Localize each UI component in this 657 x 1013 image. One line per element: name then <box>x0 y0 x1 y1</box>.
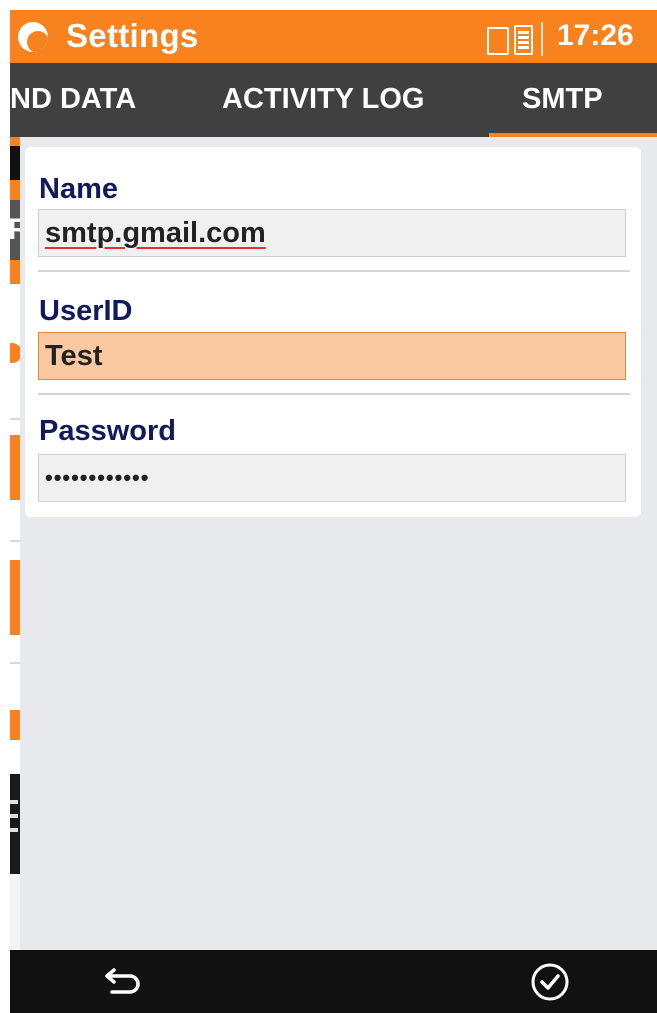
battery-icon <box>487 25 537 55</box>
smtp-form-card: Name smtp.gmail.com UserID Test Password… <box>25 147 641 517</box>
tab-activity-log[interactable]: ACTIVITY LOG <box>222 83 424 116</box>
userid-value: Test <box>45 340 103 372</box>
name-value: smtp.gmail.com <box>45 217 266 249</box>
field-divider <box>38 393 630 395</box>
smtp-settings-panel: Name smtp.gmail.com UserID Test Password… <box>20 137 657 950</box>
background-menu-icon <box>10 800 18 804</box>
userid-label: UserID <box>39 295 133 327</box>
name-field[interactable]: smtp.gmail.com <box>38 209 626 257</box>
status-clock: 17:26 <box>557 19 634 52</box>
phone-icon <box>487 27 509 55</box>
screen: R Settings 17:26 ND DATA ACTIVITY LOG SM… <box>10 10 657 1013</box>
password-label: Password <box>39 415 176 447</box>
tab-bar: ND DATA ACTIVITY LOG SMTP <box>10 63 657 139</box>
password-field[interactable]: •••••••••••• <box>38 454 626 502</box>
tab-smtp[interactable]: SMTP <box>522 83 603 116</box>
status-bar: Settings 17:26 <box>10 10 657 63</box>
background-menu-icon <box>10 814 18 818</box>
background-menu-icon <box>10 828 18 832</box>
navigation-bar <box>10 950 657 1013</box>
back-icon[interactable] <box>102 964 148 1000</box>
status-separator <box>541 22 543 56</box>
password-value: •••••••••••• <box>45 465 150 490</box>
check-icon[interactable] <box>530 962 570 1002</box>
app-logo-icon <box>18 22 48 52</box>
userid-field[interactable]: Test <box>38 332 626 380</box>
tab-nd-data[interactable]: ND DATA <box>10 83 136 116</box>
page-title: Settings <box>66 17 199 54</box>
battery-level-icon <box>514 25 533 55</box>
name-label: Name <box>39 173 118 205</box>
field-divider <box>38 270 630 272</box>
